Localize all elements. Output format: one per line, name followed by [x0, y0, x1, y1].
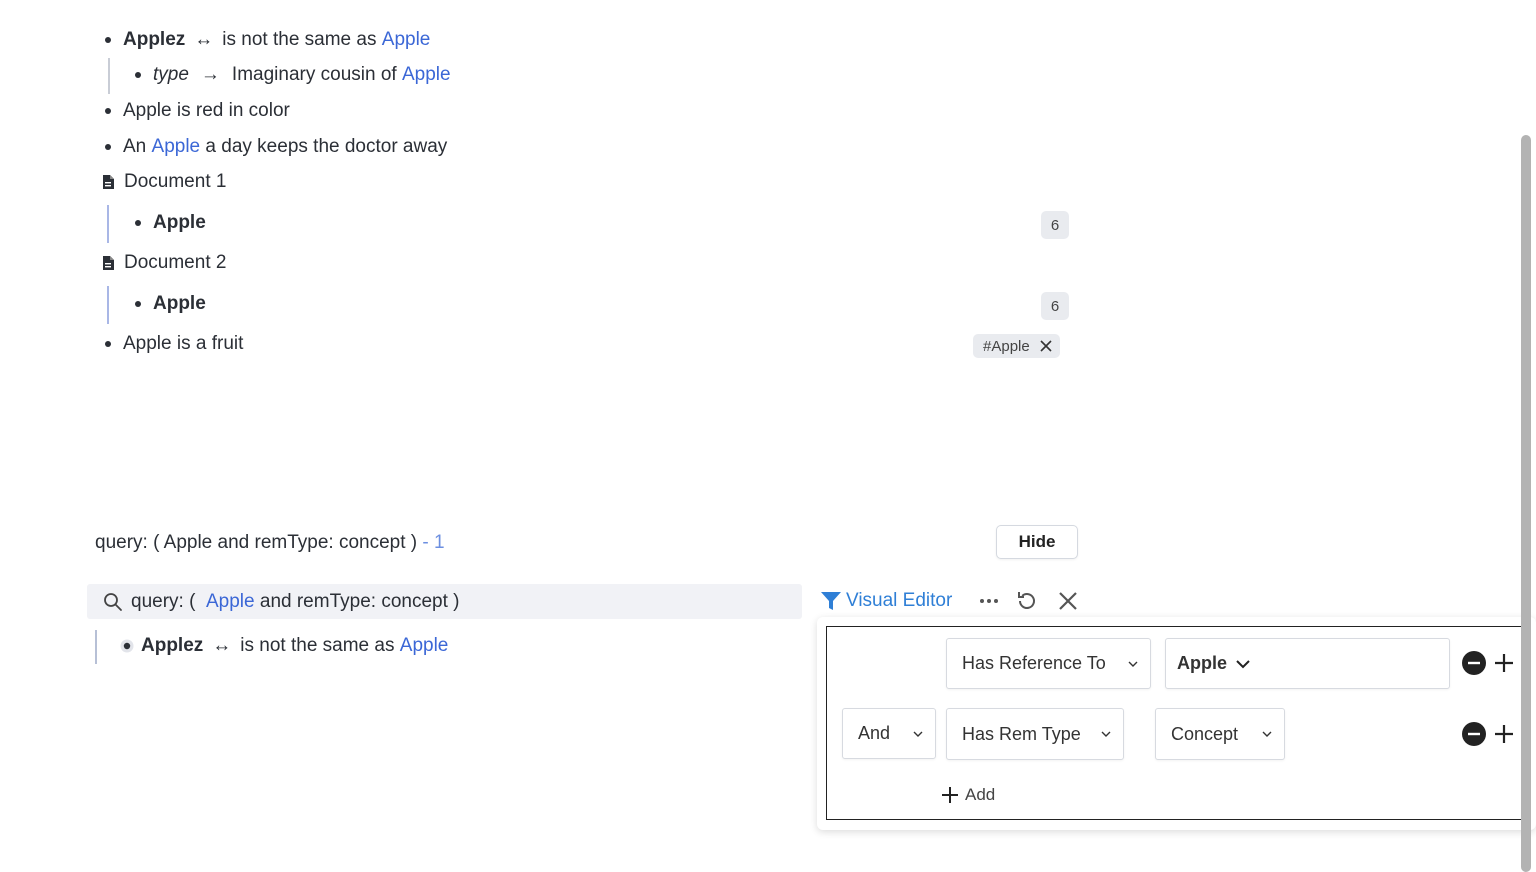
reference-count-badge[interactable]: 6	[1041, 292, 1069, 320]
property-name: type	[153, 64, 189, 85]
outline-item-doctor[interactable]: An Apple a day keeps the doctor away	[105, 134, 447, 160]
bullet	[135, 301, 141, 307]
hide-button[interactable]: Hide	[996, 525, 1078, 559]
query-result-count: - 1	[422, 532, 445, 553]
document-title: Document 2	[124, 252, 227, 273]
property-value: Imaginary cousin of	[231, 64, 397, 85]
outline-item-applez[interactable]: Applez ↔ is not the same as Apple	[105, 27, 430, 53]
rem-name: Apple	[153, 212, 206, 233]
rem-relation: is not the same as	[240, 635, 395, 656]
search-suffix: and remType: concept )	[259, 590, 460, 612]
close-icon[interactable]	[1058, 591, 1078, 611]
child-indent-line	[108, 58, 110, 94]
rem-type-select[interactable]: Concept	[1155, 708, 1285, 760]
condition-select[interactable]: Has Rem Type	[946, 708, 1124, 760]
bidirectional-arrow-icon: ↔	[194, 29, 214, 50]
search-icon	[104, 592, 122, 611]
condition-label: Has Reference To	[962, 653, 1106, 673]
chevron-down-icon	[913, 731, 923, 737]
chevron-down-icon	[1262, 731, 1272, 737]
chevron-down-icon	[1128, 661, 1138, 667]
arrow-right-icon: →	[200, 64, 220, 85]
refresh-icon[interactable]	[1015, 589, 1039, 613]
bidirectional-arrow-icon: ↔	[212, 635, 232, 656]
visual-editor-label: Visual Editor	[846, 590, 953, 611]
chevron-down-icon	[1236, 659, 1250, 668]
rem-text-post: a day keeps the doctor away	[205, 136, 448, 157]
bullet	[135, 220, 141, 226]
outline-item-type[interactable]: type → Imaginary cousin of Apple	[135, 62, 451, 88]
document-icon	[103, 175, 114, 189]
rem-name: Applez	[123, 29, 186, 50]
result-indent-line	[95, 630, 97, 664]
search-reference-link[interactable]: Apple	[206, 591, 255, 613]
outline-document-2[interactable]: Document 2	[102, 250, 226, 276]
bullet-collapsed-icon[interactable]	[120, 639, 134, 653]
add-label: Add	[965, 785, 996, 804]
more-options-icon[interactable]	[979, 595, 999, 607]
condition-select[interactable]: Has Reference To	[946, 638, 1151, 689]
rem-name: Applez	[141, 635, 204, 656]
child-indent-line	[107, 286, 109, 324]
rem-reference-link[interactable]: Apple	[382, 29, 431, 51]
query-result-item[interactable]: Applez ↔ is not the same as Apple	[120, 633, 448, 659]
bullet	[105, 37, 111, 43]
reference-count-badge[interactable]: 6	[1041, 211, 1069, 239]
bullet	[105, 144, 111, 150]
outline-item-red[interactable]: Apple is red in color	[105, 98, 290, 124]
add-row-icon[interactable]	[1492, 651, 1516, 675]
condition-label: Has Rem Type	[962, 723, 1081, 744]
add-row-icon[interactable]	[1492, 722, 1516, 746]
outline-item-apple-1[interactable]: Apple	[135, 210, 206, 236]
visual-editor-toggle[interactable]: Visual Editor	[820, 588, 952, 614]
connector-label: And	[858, 723, 891, 743]
rem-reference-link[interactable]: Apple	[152, 136, 201, 158]
value-select[interactable]: Apple	[1165, 638, 1450, 689]
close-icon[interactable]	[1040, 340, 1052, 352]
connector-select[interactable]: And	[842, 708, 936, 759]
rem-type-label: Concept	[1171, 723, 1239, 744]
value-label: Apple	[1177, 653, 1228, 673]
query-header: query: ( Apple and remType: concept ) - …	[95, 530, 445, 556]
query-search-bar[interactable]: query: ( Apple and remType: concept )	[87, 584, 802, 619]
bullet	[105, 108, 111, 114]
rem-reference-link[interactable]: Apple	[402, 64, 451, 86]
query-title: query: ( Apple and remType: concept )	[95, 532, 418, 553]
remove-row-icon[interactable]	[1462, 722, 1486, 746]
child-indent-line	[107, 205, 109, 243]
rem-reference-link[interactable]: Apple	[400, 635, 449, 657]
rem-text: Apple is a fruit	[123, 333, 244, 354]
add-filter-button[interactable]: Add	[941, 782, 995, 808]
rem-text: Apple is red in color	[123, 100, 290, 121]
outline-item-fruit[interactable]: Apple is a fruit	[105, 331, 243, 357]
bullet	[135, 72, 141, 78]
bullet	[105, 341, 111, 347]
outline-document-1[interactable]: Document 1	[102, 169, 226, 195]
document-title: Document 1	[124, 171, 227, 192]
document-icon	[103, 256, 114, 270]
outline-item-apple-2[interactable]: Apple	[135, 291, 206, 317]
plus-icon	[942, 787, 958, 803]
chevron-down-icon	[1101, 731, 1111, 737]
tag-label: #Apple	[983, 337, 1030, 355]
remove-row-icon[interactable]	[1462, 651, 1486, 675]
filter-icon	[821, 592, 841, 610]
rem-relation: is not the same as	[222, 29, 377, 50]
search-prefix: query: (	[131, 590, 196, 612]
rem-name: Apple	[153, 293, 206, 314]
rem-text-pre: An	[123, 136, 147, 157]
scrollbar[interactable]	[1521, 135, 1531, 872]
tag-chip[interactable]: #Apple	[973, 334, 1060, 358]
